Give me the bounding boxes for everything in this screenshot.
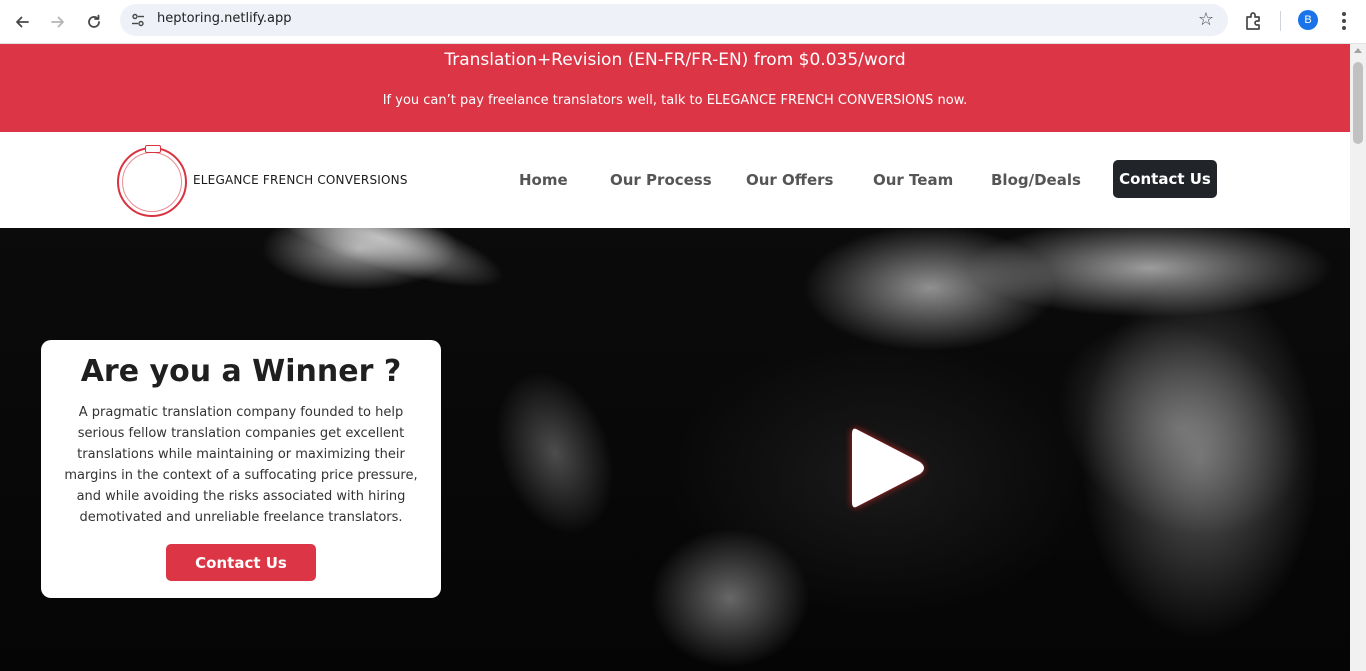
hero-contact-button[interactable]: Contact Us (166, 544, 316, 581)
scroll-up-icon[interactable] (1354, 48, 1362, 53)
address-bar[interactable]: heptoring.netlify.app ☆ (120, 4, 1228, 36)
play-video-icon[interactable] (840, 418, 940, 518)
menu-icon[interactable] (1334, 8, 1354, 34)
hero-video-section: Are you a Winner ? A pragmatic translati… (0, 228, 1350, 671)
hero-description: A pragmatic translation company founded … (64, 405, 418, 525)
nav-our-offers[interactable]: Our Offers (746, 171, 833, 189)
address-url[interactable]: heptoring.netlify.app (157, 11, 291, 26)
forward-icon[interactable] (44, 8, 72, 36)
hero-background-shape (1017, 276, 1343, 580)
site-settings-icon[interactable] (130, 12, 146, 28)
hero-background-shape (650, 528, 810, 668)
hero-background-shape (474, 354, 636, 552)
header-contact-button[interactable]: Contact Us (1113, 160, 1217, 198)
page-viewport: Translation+Revision (EN-FR/FR-EN) from … (0, 44, 1350, 671)
nav-our-process[interactable]: Our Process (610, 171, 712, 189)
hero-card: Are you a Winner ? A pragmatic translati… (41, 340, 441, 598)
toolbar-separator (1280, 11, 1281, 31)
nav-blog-deals[interactable]: Blog/Deals (991, 171, 1081, 189)
browser-toolbar: heptoring.netlify.app ☆ B (0, 0, 1366, 44)
back-icon[interactable] (8, 8, 36, 36)
bookmark-star-icon[interactable]: ☆ (1198, 9, 1214, 30)
brand-name[interactable]: ELEGANCE FRENCH CONVERSIONS (193, 173, 408, 187)
banner-subtitle: If you can’t pay freelance translators w… (382, 93, 968, 108)
banner-title: Translation+Revision (EN-FR/FR-EN) from … (444, 50, 906, 70)
hero-background-shape (247, 228, 513, 307)
nav-our-team[interactable]: Our Team (873, 171, 953, 189)
reload-icon[interactable] (80, 8, 108, 36)
hero-title: Are you a Winner ? (80, 354, 402, 389)
extensions-icon[interactable] (1242, 9, 1266, 33)
scroll-thumb[interactable] (1353, 62, 1363, 144)
announcement-banner: Translation+Revision (EN-FR/FR-EN) from … (0, 44, 1350, 132)
profile-avatar[interactable]: B (1298, 10, 1318, 30)
nav-home[interactable]: Home (519, 171, 568, 189)
page-scrollbar[interactable] (1350, 44, 1366, 671)
brand-logo[interactable] (117, 145, 187, 217)
site-header: ELEGANCE FRENCH CONVERSIONS Home Our Pro… (0, 132, 1350, 228)
